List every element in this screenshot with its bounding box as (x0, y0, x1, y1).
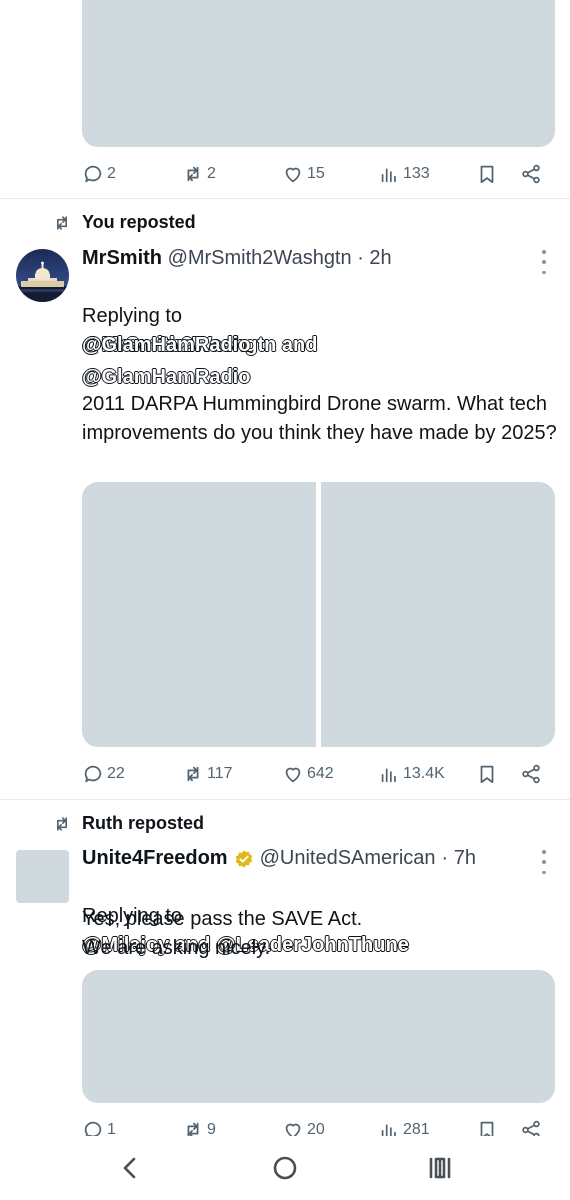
views-count: 133 (403, 165, 430, 182)
home-button[interactable] (265, 1150, 305, 1186)
post-image[interactable] (82, 0, 555, 147)
speech-bubble-icon (84, 165, 102, 183)
bar-chart-icon (381, 768, 396, 783)
back-chevron-icon (123, 1157, 136, 1179)
speech-bubble-icon (84, 765, 102, 783)
author-name[interactable]: Unite4Freedom (82, 847, 228, 870)
repost-indicator: You reposted (52, 212, 196, 233)
repost-label: Ruth reposted (82, 813, 205, 833)
repost-button[interactable]: 117 (182, 760, 233, 788)
author-handle[interactable]: @MrSmith2Washgtn (168, 247, 352, 269)
more-options-button[interactable] (538, 850, 550, 874)
heart-icon (285, 767, 301, 783)
post-text: Yes, please pass the SAVE Act. We are as… (82, 908, 363, 959)
recents-button[interactable] (420, 1150, 460, 1186)
divider (0, 198, 570, 199)
heart-icon (285, 167, 301, 183)
bookmark-button[interactable] (476, 760, 498, 788)
post-header: MrSmith @MrSmith2Washgtn · 2h (82, 247, 392, 270)
repost-count: 2 (207, 165, 216, 182)
repost-indicator: Ruth reposted (52, 813, 204, 834)
bar-chart-icon (381, 168, 396, 183)
post-time: · 7h (441, 847, 476, 869)
post-text: 2011 DARPA Hummingbird Drone swarm. What… (82, 393, 557, 444)
post-time: · 2h (357, 247, 392, 269)
views-button[interactable]: 13.4K (378, 760, 445, 788)
bookmark-icon (480, 165, 494, 184)
repost-arrows-icon (187, 766, 199, 782)
post-image-left[interactable] (82, 482, 316, 747)
repost-arrows-icon (57, 816, 67, 831)
system-navigation-bar (0, 1136, 570, 1200)
recents-bars-icon (429, 1157, 451, 1179)
reply-button[interactable]: 2 (82, 160, 116, 188)
reply-count: 22 (107, 765, 125, 782)
repost-label: You reposted (82, 212, 196, 232)
like-button[interactable]: 642 (282, 760, 334, 788)
avatar[interactable] (16, 850, 69, 903)
repost-arrows-icon (57, 215, 67, 230)
like-count: 642 (307, 765, 334, 782)
share-button[interactable] (520, 760, 542, 788)
author-handle[interactable]: @UnitedSAmerican (260, 847, 436, 870)
views-count: 13.4K (403, 765, 445, 782)
post-actions: 2 2 15 133 (82, 160, 552, 188)
more-options-button[interactable] (538, 250, 550, 274)
post-header: Unite4Freedom @UnitedSAmerican · 7h (82, 847, 476, 870)
repost-arrows-icon (187, 166, 199, 182)
share-button[interactable] (520, 160, 542, 188)
post-image-right[interactable] (321, 482, 555, 747)
views-button[interactable]: 133 (378, 160, 430, 188)
repost-count: 117 (207, 765, 233, 782)
repost-button[interactable]: 2 (182, 160, 216, 188)
like-count: 15 (307, 165, 325, 182)
post-actions: 22 117 642 13.4K (82, 760, 552, 788)
body-mention[interactable]: @GlamHamRadio (81, 365, 251, 388)
post-image[interactable] (82, 970, 555, 1103)
avatar[interactable] (16, 249, 69, 302)
author-name[interactable]: MrSmith (82, 247, 162, 269)
divider (0, 799, 570, 800)
home-circle-icon (273, 1156, 297, 1180)
share-nodes-icon (522, 164, 540, 184)
back-button[interactable] (110, 1150, 150, 1186)
verified-badge-icon (235, 849, 252, 868)
bookmark-icon (480, 765, 494, 784)
bookmark-button[interactable] (476, 160, 498, 188)
post-mention: @GlamHamRadio (81, 334, 251, 392)
like-button[interactable]: 15 (282, 160, 325, 188)
reply-button[interactable]: 22 (82, 760, 125, 788)
share-nodes-icon (522, 764, 540, 784)
reply-count: 2 (107, 165, 116, 182)
